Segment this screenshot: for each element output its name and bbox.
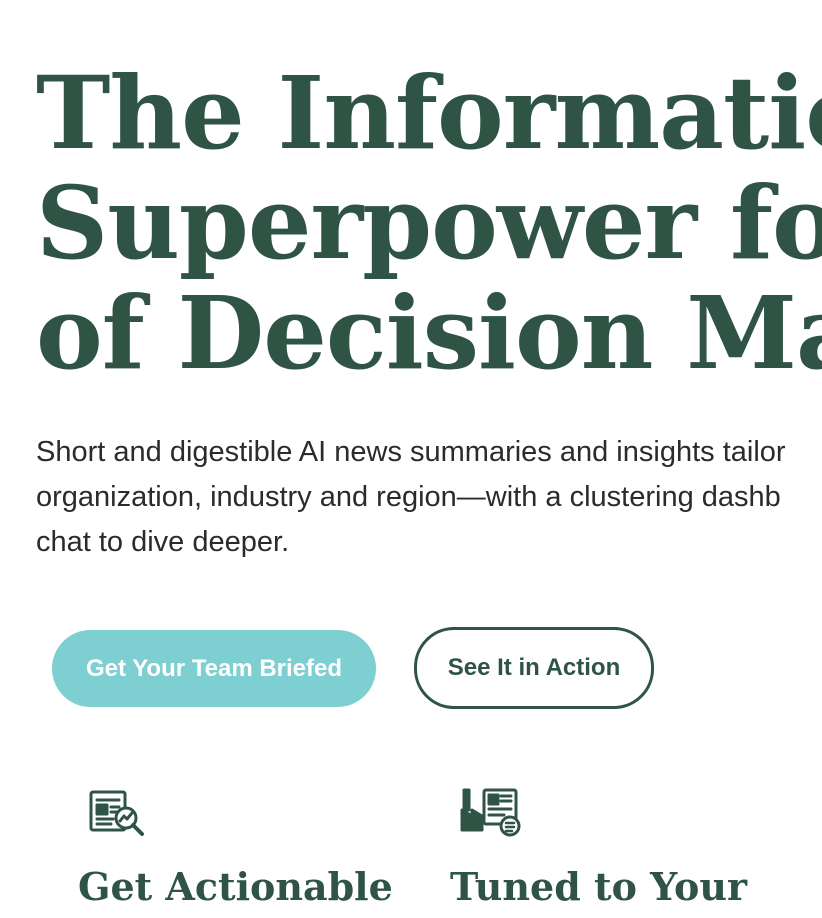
get-team-briefed-button[interactable]: Get Your Team Briefed: [52, 630, 376, 707]
industry-news-icon: [460, 784, 521, 840]
hero-subtitle-line: organization, industry and region—with a…: [36, 481, 781, 513]
hero-subtitle: Short and digestible AI news summaries a…: [36, 430, 822, 565]
hero-title: The Information Superpower for T of Deci…: [36, 58, 822, 388]
hero-title-line: The Information: [36, 58, 822, 172]
hero-title-line: Superpower for T: [36, 164, 822, 282]
hero-subtitle-line: chat to dive deeper.: [36, 526, 290, 558]
see-it-in-action-button[interactable]: See It in Action: [414, 627, 654, 709]
news-analytics-icon: [86, 786, 146, 842]
feature-title: Tuned to Your: [450, 864, 747, 909]
hero-title-line: of Decision Make: [36, 274, 822, 388]
feature-title: Get Actionable: [78, 864, 393, 909]
hero-subtitle-line: Short and digestible AI news summaries a…: [36, 436, 786, 468]
